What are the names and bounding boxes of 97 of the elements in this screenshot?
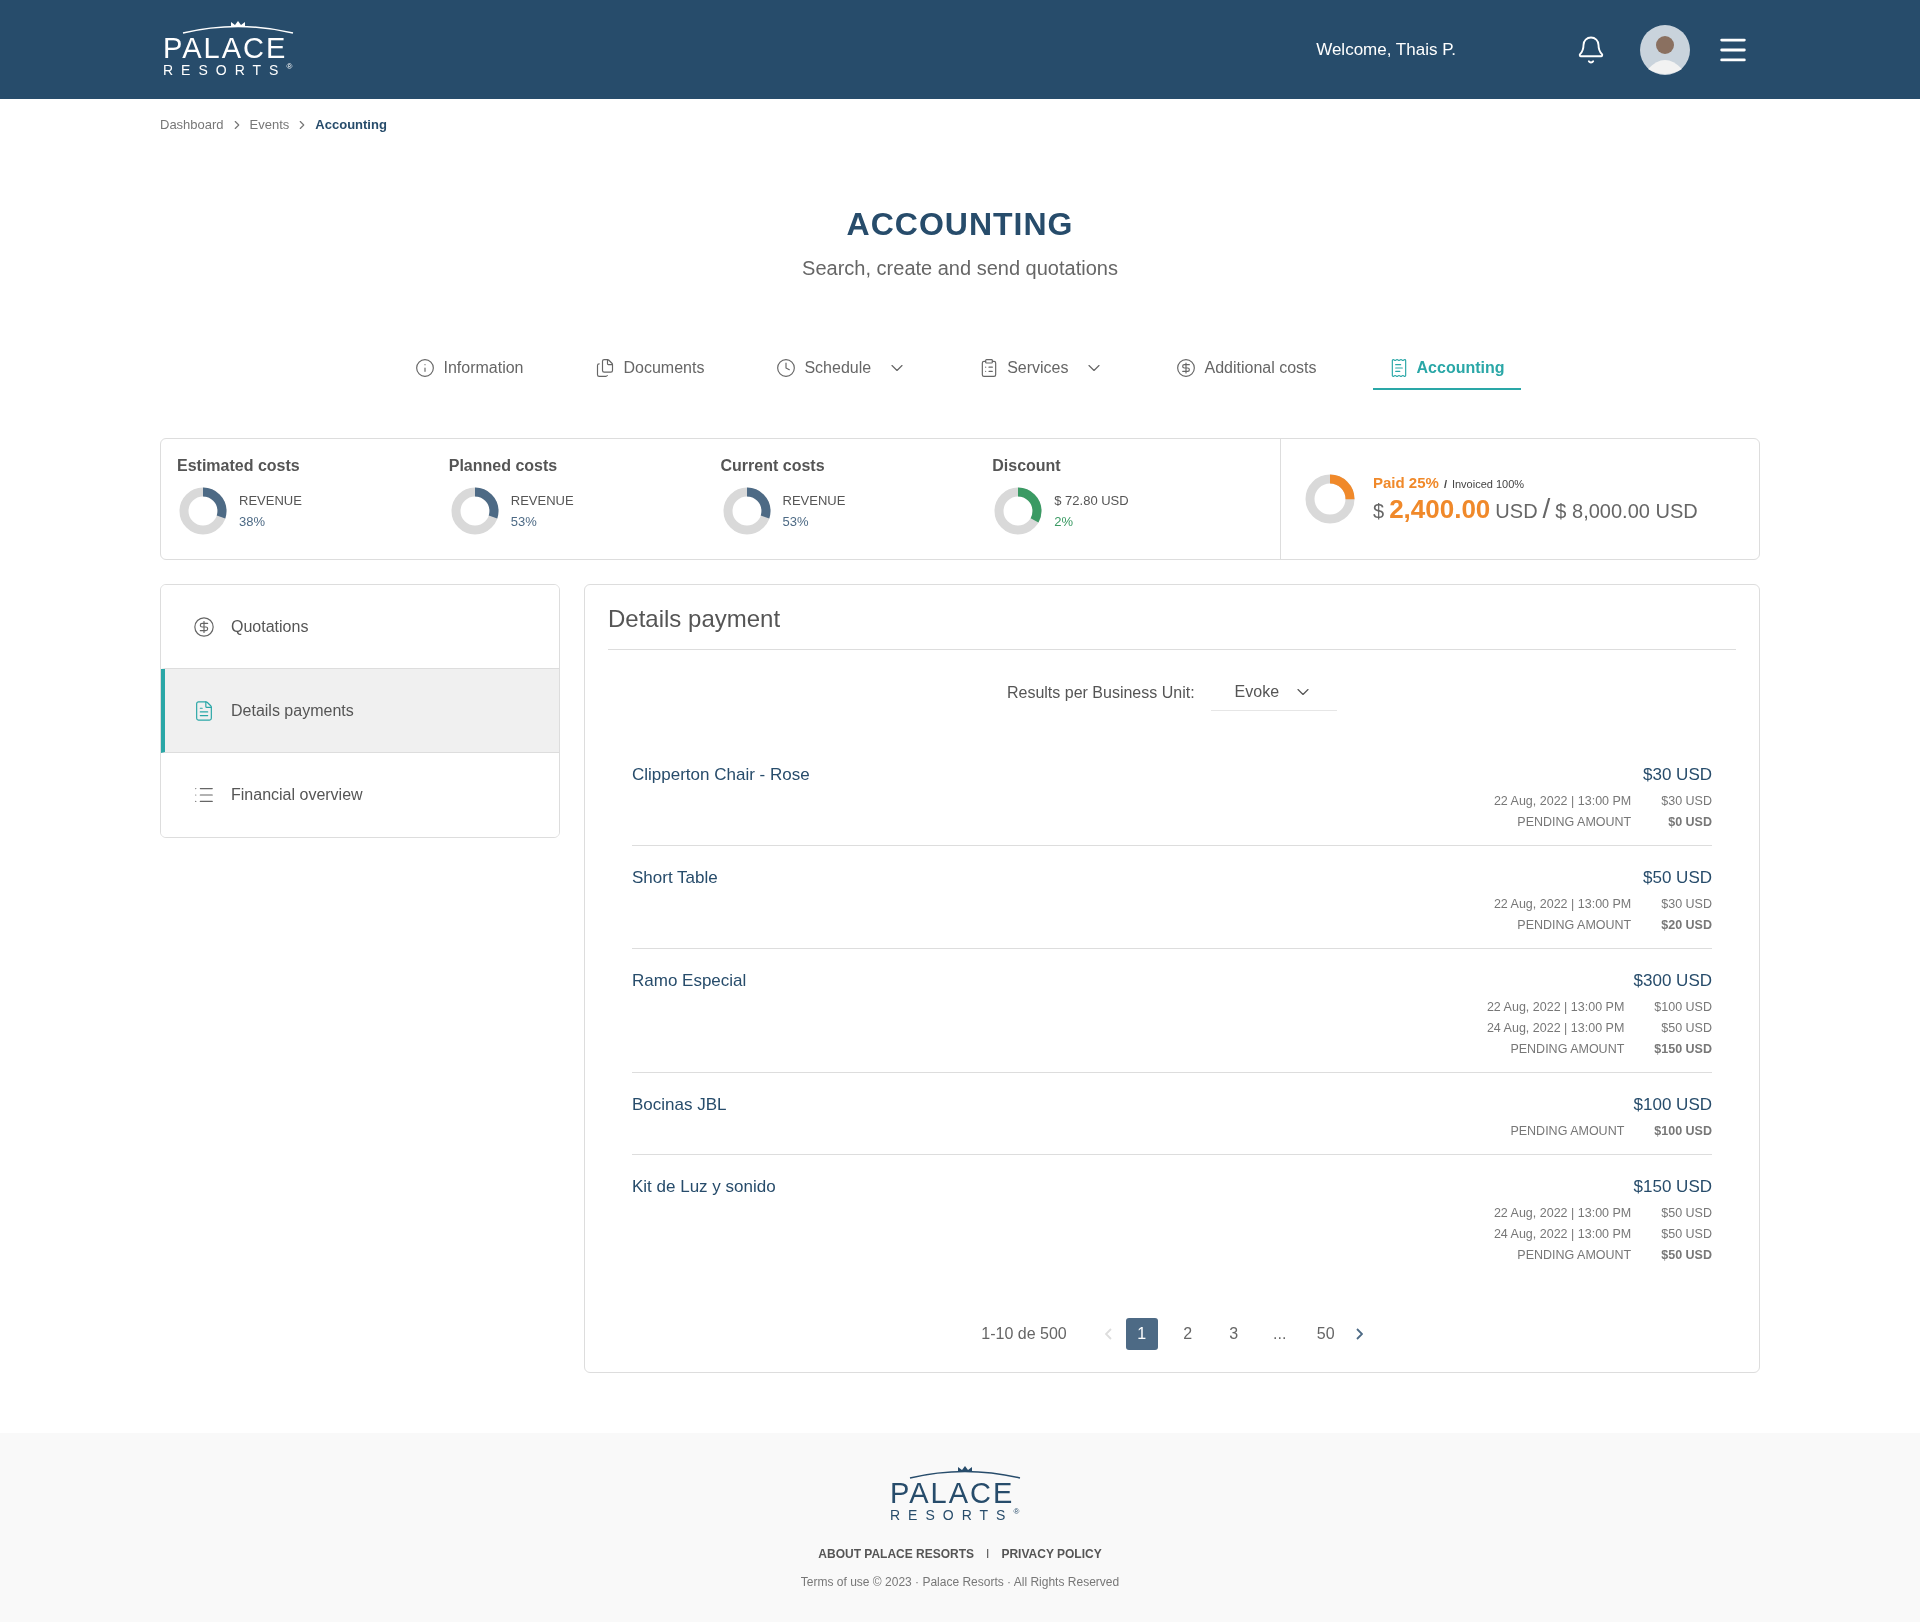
paid-label: Paid 25% (1373, 473, 1439, 491)
slash-text: / (1443, 477, 1447, 490)
tab[interactable]: Information (399, 354, 540, 390)
donut-chart-icon (177, 485, 229, 537)
sidebar-item[interactable]: Details payments (161, 669, 559, 753)
payment-date: 22 Aug, 2022 | 13:00 PM (1493, 897, 1632, 911)
item-name[interactable]: Clipperton Chair - Rose (632, 765, 810, 785)
logo-subtitle: RESORTS$^{®}$ (890, 1508, 1020, 1524)
chevron-left-icon (1104, 1328, 1112, 1340)
tab[interactable]: Documents (579, 354, 721, 390)
payment-amount: $50 USD (1661, 1206, 1712, 1220)
cost-label: REVENUE (782, 493, 846, 508)
tab[interactable]: Schedule (760, 354, 924, 390)
item-total: $30 USD (1643, 765, 1712, 785)
info-icon (415, 358, 436, 378)
tab[interactable]: Services (963, 354, 1121, 390)
pending-label: PENDING AMOUNT (1517, 1248, 1632, 1262)
copyright-text: Terms of use © 2023 · Palace Resorts · All Rights Reserved (800, 1575, 1120, 1590)
page-subtitle: Search, create and send quotations (801, 257, 1119, 280)
logo-subtitle: RESORTS$^{®}$ (163, 63, 293, 79)
sidebar-item[interactable]: Quotations (161, 585, 559, 669)
item-total: $100 USD (1633, 1095, 1712, 1115)
item-name[interactable]: Ramo Especial (632, 971, 747, 991)
cost-title: Discount (992, 457, 1062, 475)
item-name[interactable]: Bocinas JBL (632, 1095, 727, 1115)
panel-title: Details payment (608, 605, 1736, 650)
item-name[interactable]: Kit de Luz y sonido (632, 1177, 776, 1197)
logo-name: PALACE (890, 1479, 1015, 1508)
pagination-range: 1-10 de 500 (981, 1325, 1067, 1343)
footer-link[interactable]: PRIVACY POLICY (1001, 1547, 1102, 1562)
tab[interactable]: Additional costs (1160, 354, 1333, 390)
cost-title: Planned costs (448, 457, 559, 475)
chevron-right-icon (1355, 1328, 1363, 1340)
pending-amount: $150 USD (1654, 1042, 1712, 1056)
logo-name: PALACE (163, 34, 288, 64)
cost-value: 2% (1054, 514, 1075, 529)
cost-label: $ 72.80 USD (1054, 493, 1129, 508)
currency-unit: USD (1495, 499, 1538, 523)
cost-title: Estimated costs (177, 457, 301, 475)
page-button[interactable]: ... (1263, 1318, 1296, 1350)
pending-amount: $20 USD (1661, 918, 1712, 932)
cost-label: REVENUE (510, 493, 574, 508)
item-total: $50 USD (1643, 868, 1712, 888)
payment-date: 24 Aug, 2022 | 13:00 PM (1493, 1227, 1632, 1241)
payment-amount: $30 USD (1661, 794, 1712, 808)
donut-chart-icon (1303, 472, 1357, 526)
pending-amount: $0 USD (1668, 815, 1712, 829)
pending-label: PENDING AMOUNT (1510, 1042, 1625, 1056)
next-page-button[interactable] (1355, 1328, 1363, 1340)
cost-title: Current costs (720, 457, 826, 475)
pending-label: PENDING AMOUNT (1510, 1124, 1625, 1138)
invoiced-label: Invoiced 100% (1451, 477, 1525, 490)
payment-amount: $30 USD (1661, 897, 1712, 911)
pending-amount: $100 USD (1654, 1124, 1712, 1138)
footer-link[interactable]: ABOUT PALACE RESORTS (818, 1547, 975, 1562)
payment-amount: $50 USD (1661, 1227, 1712, 1241)
page-button[interactable]: 3 (1217, 1318, 1250, 1350)
donut-chart-icon (448, 485, 501, 537)
dollar-icon (1176, 358, 1197, 378)
cost-value: 53% (510, 514, 538, 529)
filter-label: Results per Business Unit: (1006, 683, 1195, 702)
item-total: $150 USD (1633, 1177, 1712, 1197)
item-total: $300 USD (1633, 971, 1712, 991)
page-button[interactable]: 2 (1171, 1318, 1204, 1350)
documents-icon (595, 358, 616, 378)
link-separator: I (986, 1547, 990, 1562)
donut-chart-icon (720, 485, 773, 537)
breadcrumb-link[interactable]: Events (249, 117, 290, 132)
pending-label: PENDING AMOUNT (1517, 815, 1632, 829)
notification-bell-icon[interactable] (1576, 34, 1606, 65)
payment-date: 22 Aug, 2022 | 13:00 PM (1493, 1206, 1632, 1220)
document-icon (193, 699, 215, 722)
page-button[interactable]: 1 (1125, 1318, 1158, 1350)
slash-text: / (1542, 492, 1551, 525)
clock-icon (776, 358, 797, 378)
breadcrumb-link[interactable]: Dashboard (160, 117, 224, 132)
paid-amount: 2,400.00 (1389, 493, 1491, 525)
pending-amount: $50 USD (1661, 1248, 1712, 1262)
dollar-icon (193, 615, 215, 638)
currency-symbol: $ (1373, 499, 1385, 523)
business-unit-dropdown[interactable]: Evoke (1210, 674, 1338, 711)
breadcrumb-link[interactable]: Accounting (315, 117, 387, 132)
payment-amount: $100 USD (1654, 1000, 1712, 1014)
page-title: ACCOUNTING (845, 206, 1075, 243)
welcome-text: Welcome, Thais P. (1316, 39, 1456, 60)
cost-label: REVENUE (239, 493, 302, 508)
cost-value: 53% (782, 514, 810, 529)
payment-date: 22 Aug, 2022 | 13:00 PM (1493, 794, 1632, 808)
item-name[interactable]: Short Table (632, 868, 718, 888)
avatar-icon[interactable] (1640, 24, 1690, 75)
payment-amount: $50 USD (1661, 1021, 1712, 1035)
payment-date: 22 Aug, 2022 | 13:00 PM (1486, 1000, 1625, 1014)
pending-label: PENDING AMOUNT (1517, 918, 1632, 932)
cost-value: 38% (239, 514, 267, 529)
total-amount: $ 8,000.00 USD (1555, 499, 1698, 523)
payment-date: 24 Aug, 2022 | 13:00 PM (1486, 1021, 1625, 1035)
page-button[interactable]: 50 (1309, 1318, 1342, 1350)
